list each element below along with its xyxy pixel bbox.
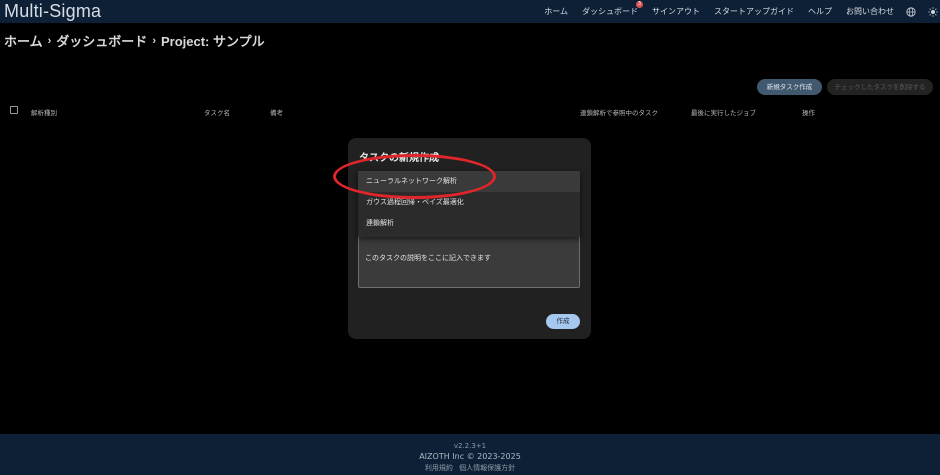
nav-dashboard-label: ダッシュボード [582,7,638,16]
breadcrumb: ホーム › ダッシュボード › Project: サンプル [4,31,265,50]
column-chained-tasks: 連鎖解析で参照中のタスク [580,109,658,117]
terms-link[interactable]: 利用規約 [425,464,453,472]
column-remarks: 備考 [270,109,283,117]
version-label: v2.2.3+1 [453,442,487,450]
task-table-header: 解析種別 タスク名 備考 連鎖解析で参照中のタスク 最後に実行したジョブ 操作 [0,103,940,119]
footer: v2.2.3+1 AIZOTH Inc © 2023-2025 利用規約 個人情… [0,434,940,475]
breadcrumb-separator: › [152,34,156,47]
delete-checked-tasks-button[interactable]: チェックしたタスクを削除する [827,79,933,95]
notification-badge: 3 [636,1,643,8]
column-actions: 操作 [802,109,815,117]
breadcrumb-separator: › [47,34,52,47]
nav-signout[interactable]: サインアウト [652,6,700,17]
nav-help[interactable]: ヘルプ [808,6,832,17]
nav-home[interactable]: ホーム [544,6,568,17]
nav-contact[interactable]: お問い合わせ [846,6,894,17]
create-button[interactable]: 作成 [546,314,580,329]
new-task-button[interactable]: 新規タスク作成 [757,79,822,95]
nav-dashboard[interactable]: ダッシュボード 3 [582,1,643,17]
breadcrumb-dashboard[interactable]: ダッシュボード [56,31,147,50]
column-task-name: タスク名 [204,109,230,117]
column-last-job: 最後に実行したジョブ [691,109,756,117]
breadcrumb-project: Project: サンプル [160,34,265,49]
sun-icon[interactable] [928,6,938,17]
nav-startup-guide[interactable]: スタートアップガイド [714,6,794,17]
column-analysis-type: 解析種別 [31,109,57,117]
breadcrumb-home[interactable]: ホーム [4,31,43,50]
brand-logo[interactable]: Multi-Sigma [4,0,101,23]
menu-item-chained-analysis[interactable]: 連鎖解析 [358,213,580,234]
copyright-text: AIZOTH Inc © 2023-2025 [419,452,521,461]
annotation-ellipse [333,154,496,199]
task-description-input[interactable]: このタスクの説明をここに記入できます [358,232,580,288]
footer-links: 利用規約 個人情報保護方針 [0,463,940,473]
globe-icon[interactable] [906,6,916,17]
top-navigation-bar: Multi-Sigma ホーム ダッシュボード 3 サインアウト スタートアップ… [0,0,940,23]
privacy-policy-link[interactable]: 個人情報保護方針 [459,464,515,472]
nav-menu: ホーム ダッシュボード 3 サインアウト スタートアップガイド ヘルプ お問い合… [530,0,938,23]
